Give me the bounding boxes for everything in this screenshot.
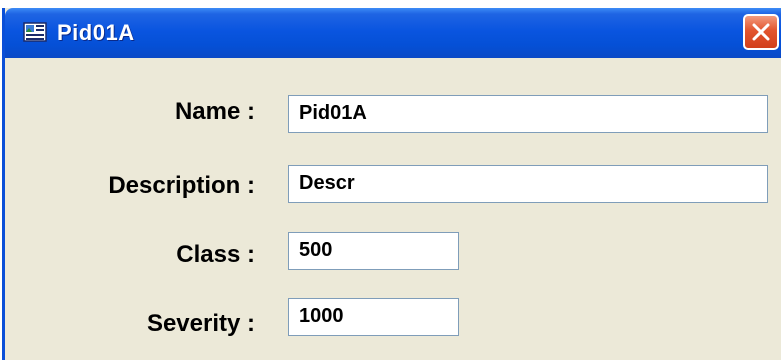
close-icon <box>752 23 770 41</box>
class-label: Class : <box>176 241 255 268</box>
severity-field[interactable]: 1000 <box>288 298 459 336</box>
application-window-icon <box>23 22 47 42</box>
title-bar[interactable]: Pid01A <box>5 8 781 58</box>
name-field[interactable]: Pid01A <box>288 95 768 133</box>
close-button[interactable] <box>743 14 779 50</box>
window-title: Pid01A <box>57 20 135 45</box>
dialog-window: Pid01A Name : Pid01A Description : Descr… <box>2 8 781 360</box>
severity-label: Severity : <box>146 310 255 337</box>
description-label: Description : <box>108 172 255 199</box>
name-label: Name : <box>174 98 255 125</box>
description-field[interactable]: Descr <box>288 165 768 203</box>
class-field[interactable]: 500 <box>288 232 459 270</box>
